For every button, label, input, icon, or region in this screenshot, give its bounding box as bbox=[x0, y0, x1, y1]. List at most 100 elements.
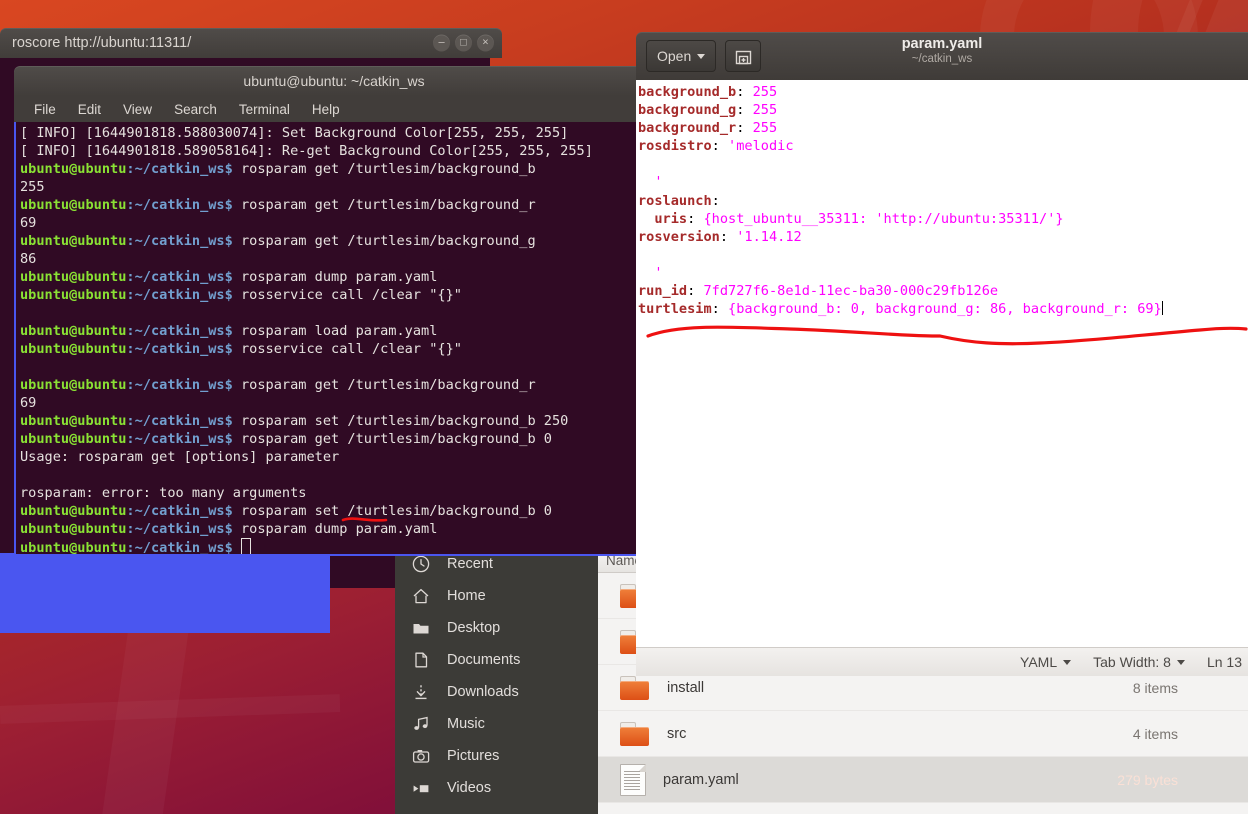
maximize-icon[interactable]: □ bbox=[455, 34, 472, 52]
terminal-prompt-user: ubuntu@ubuntu bbox=[20, 161, 127, 177]
gedit-token: 255 bbox=[752, 84, 778, 100]
terminal-line: ubuntu@ubuntu:~/catkin_ws$ rosparam set … bbox=[20, 502, 654, 520]
gedit-token: : bbox=[736, 120, 753, 137]
gedit-headerbar[interactable]: Open param.yaml ~/catkin_ws bbox=[636, 32, 1248, 80]
terminal-prompt-user: ubuntu@ubuntu bbox=[20, 323, 127, 339]
chevron-down-icon bbox=[1176, 659, 1185, 665]
terminal-line: ubuntu@ubuntu:~/catkin_ws$ bbox=[20, 538, 654, 554]
terminal-prompt-path: :~/catkin_ws$ bbox=[126, 341, 233, 357]
terminal-command: rosparam get /turtlesim/background_r bbox=[232, 377, 536, 393]
file-size: 4 items bbox=[1132, 725, 1178, 742]
gedit-token: : bbox=[711, 301, 729, 318]
gedit-line: background_g: 255 bbox=[638, 101, 1248, 119]
terminal-line: ubuntu@ubuntu:~/catkin_ws$ rosservice ca… bbox=[20, 340, 654, 358]
download-icon bbox=[408, 682, 434, 702]
minimize-icon[interactable]: – bbox=[433, 34, 450, 52]
terminal-prompt-path: :~/catkin_ws$ bbox=[126, 233, 233, 249]
terminal-line: rosparam: error: too many arguments bbox=[20, 485, 307, 501]
terminal-window[interactable]: ubuntu@ubuntu: ~/catkin_ws File Edit View S… bbox=[14, 66, 654, 556]
terminal-menubar[interactable]: File Edit View Search Terminal Help bbox=[14, 96, 654, 122]
turtlesim-window[interactable] bbox=[0, 553, 330, 633]
terminal-line: ubuntu@ubuntu:~/catkin_ws$ rosparam get … bbox=[20, 160, 654, 178]
terminal-menu-help[interactable]: Help bbox=[312, 102, 340, 117]
cursor-position: Ln 13 bbox=[1207, 654, 1242, 670]
video-icon bbox=[408, 778, 434, 798]
terminal-prompt-user: ubuntu@ubuntu bbox=[20, 269, 127, 285]
sidebar-item-label: Downloads bbox=[447, 684, 519, 700]
terminal-prompt-user: ubuntu@ubuntu bbox=[20, 287, 127, 303]
terminal-prompt-path: :~/catkin_ws$ bbox=[126, 269, 233, 285]
gedit-line: rosversion: '1.14.12 bbox=[638, 228, 1248, 246]
save-button[interactable] bbox=[725, 40, 762, 72]
sidebar-item-label: Pictures bbox=[447, 748, 500, 764]
sidebar-item-videos[interactable]: Videos bbox=[395, 772, 598, 804]
terminal-prompt-user: ubuntu@ubuntu bbox=[20, 341, 127, 357]
gedit-text-area[interactable]: background_b: 255 background_g: 255 backgr… bbox=[636, 80, 1248, 647]
gedit-token: 255 bbox=[752, 102, 778, 119]
terminal-prompt-path: :~/catkin_ws$ bbox=[126, 161, 233, 177]
terminal-command: rosparam dump param.yaml bbox=[232, 269, 438, 285]
folder-icon bbox=[620, 675, 650, 700]
sidebar-item-downloads[interactable]: Downloads bbox=[395, 676, 598, 708]
gedit-token: 'melodic bbox=[728, 138, 794, 155]
language-selector[interactable]: YAML bbox=[1020, 654, 1072, 670]
terminal-titlebar[interactable]: ubuntu@ubuntu: ~/catkin_ws bbox=[14, 66, 654, 96]
file-name: src bbox=[667, 725, 687, 742]
home-icon bbox=[408, 586, 434, 606]
terminal-command: rosparam get /turtlesim/background_b 0 bbox=[232, 431, 552, 447]
sidebar-item-pictures[interactable]: Pictures bbox=[395, 740, 598, 772]
sidebar-item-documents[interactable]: Documents bbox=[395, 644, 598, 676]
terminal-prompt-path: :~/catkin_ws$ bbox=[126, 503, 233, 519]
chevron-down-icon bbox=[697, 53, 706, 59]
music-note-icon bbox=[408, 714, 434, 734]
gedit-token: roslaunch bbox=[638, 192, 712, 209]
terminal-prompt-user: ubuntu@ubuntu bbox=[20, 197, 127, 213]
terminal-menu-view[interactable]: View bbox=[123, 102, 152, 117]
table-row[interactable]: param.yaml 279 bytes bbox=[598, 757, 1248, 803]
terminal-prompt-path: :~/catkin_ws$ bbox=[126, 323, 233, 339]
terminal-line: [ INFO] [1644901818.588030074]: Set Back… bbox=[20, 125, 569, 141]
sidebar-item-music[interactable]: Music bbox=[395, 708, 598, 740]
gedit-token: : bbox=[711, 192, 720, 209]
terminal-menu-search[interactable]: Search bbox=[174, 102, 217, 117]
sidebar-item-label: Videos bbox=[447, 780, 492, 796]
gedit-line: roslaunch: bbox=[638, 192, 1248, 210]
gedit-token: 255 bbox=[752, 120, 778, 137]
terminal-command: rosparam get /turtlesim/background_r bbox=[232, 197, 536, 213]
open-button[interactable]: Open bbox=[646, 40, 717, 72]
file-manager-sidebar: Recent Home Desktop Documents Downloads Music… bbox=[395, 548, 598, 814]
table-row[interactable]: src 4 items bbox=[598, 711, 1248, 757]
gedit-line bbox=[638, 246, 1248, 264]
gedit-window[interactable]: Open param.yaml ~/catkin_ws background_b… bbox=[636, 32, 1248, 676]
terminal-prompt-user: ubuntu@ubuntu bbox=[20, 521, 127, 537]
gedit-line: run_id: 7fd727f6-8e1d-11ec-ba30-000c29fb… bbox=[638, 282, 1248, 300]
roscore-titlebar[interactable]: roscore http://ubuntu:11311/ – □ × bbox=[0, 28, 502, 58]
terminal-command: rosparam set /turtlesim/background_b 250 bbox=[232, 413, 569, 429]
gedit-token: background_g bbox=[638, 102, 737, 119]
terminal-menu-terminal[interactable]: Terminal bbox=[239, 102, 290, 117]
gedit-token: ' bbox=[638, 264, 663, 281]
terminal-line: [ INFO] [1644901818.589058164]: Re-get B… bbox=[20, 143, 593, 159]
close-icon[interactable]: × bbox=[477, 34, 494, 52]
terminal-prompt-path: :~/catkin_ws$ bbox=[126, 197, 233, 213]
cursor-position-label: Ln 13 bbox=[1206, 654, 1242, 670]
gedit-token: turtlesim bbox=[638, 301, 712, 318]
terminal-line: 69 bbox=[20, 215, 37, 231]
terminal-menu-file[interactable]: File bbox=[34, 102, 56, 117]
desktop-screen: roscore http://ubuntu:11311/ – □ × Recen… bbox=[0, 0, 1248, 814]
terminal-prompt-path: :~/catkin_ws$ bbox=[126, 377, 233, 393]
terminal-output[interactable]: [ INFO] [1644901818.588030074]: Set Back… bbox=[14, 122, 654, 556]
gedit-statusbar: YAML Tab Width: 8 Ln 13 bbox=[636, 647, 1248, 676]
gedit-token: {background_b: 0, background_g: 86, back… bbox=[728, 301, 1162, 318]
gedit-line: uris: {host_ubuntu__35311: 'http://ubunt… bbox=[638, 210, 1248, 228]
sidebar-item-desktop[interactable]: Desktop bbox=[395, 612, 598, 644]
terminal-command: rosservice call /clear "{}" bbox=[232, 341, 462, 357]
gedit-line: background_b: 255 bbox=[638, 83, 1248, 101]
tab-width-label: Tab Width: 8 bbox=[1093, 654, 1171, 670]
gedit-token: : bbox=[687, 283, 704, 300]
tab-width-selector[interactable]: Tab Width: 8 bbox=[1093, 654, 1185, 670]
sidebar-item-home[interactable]: Home bbox=[395, 580, 598, 612]
text-cursor bbox=[1161, 301, 1163, 316]
terminal-menu-edit[interactable]: Edit bbox=[78, 102, 101, 117]
